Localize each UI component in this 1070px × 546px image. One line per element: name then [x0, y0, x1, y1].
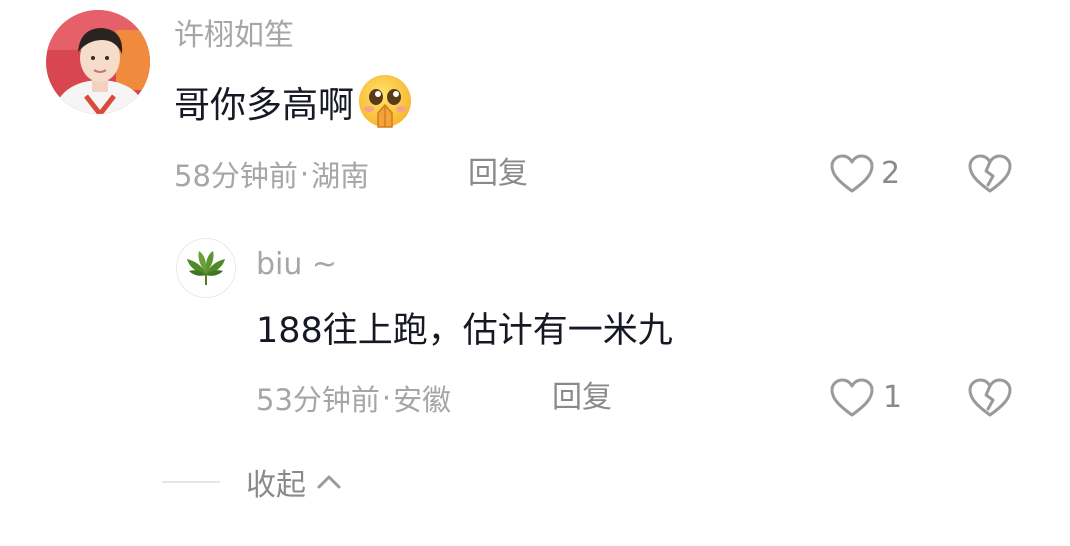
reply-username[interactable]: biu ~ [256, 245, 337, 285]
meta-separator: · [381, 381, 392, 415]
reply-text: 188往上跑，估计有一米九 [256, 311, 673, 351]
comment-username[interactable]: 许栩如笙 [174, 16, 294, 56]
avatar[interactable] [46, 10, 150, 114]
comment-text: 哥你多高啊 [174, 85, 355, 126]
reply-location: 安徽 [393, 383, 452, 417]
comment-meta: 58分钟前 · 湖南 [174, 152, 369, 196]
reply-button[interactable]: 回复 [468, 152, 528, 196]
reply-meta: 53分钟前 · 安徽 [256, 376, 451, 420]
comment-time: 58分钟前 [174, 159, 298, 193]
chevron-up-icon [314, 467, 344, 497]
reply-time: 53分钟前 [256, 383, 380, 417]
comment-location: 湖南 [311, 159, 370, 193]
heart-outline-icon[interactable] [828, 374, 876, 422]
reply-avatar[interactable] [176, 238, 236, 298]
collapse-button[interactable]: 收起 [246, 460, 344, 504]
comment-body: 哥你多高啊 [174, 74, 414, 130]
collapse-label: 收起 [246, 468, 306, 503]
heart-outline-icon[interactable] [828, 150, 876, 198]
reply-like-count: 1 [883, 380, 903, 415]
like-count: 2 [881, 156, 901, 191]
broken-heart-icon[interactable] [966, 374, 1014, 422]
pleading-face-emoji-icon [356, 73, 414, 131]
divider-line [162, 481, 220, 483]
meta-separator: · [299, 157, 310, 191]
broken-heart-icon[interactable] [966, 150, 1014, 198]
reply-reply-button[interactable]: 回复 [552, 376, 612, 420]
